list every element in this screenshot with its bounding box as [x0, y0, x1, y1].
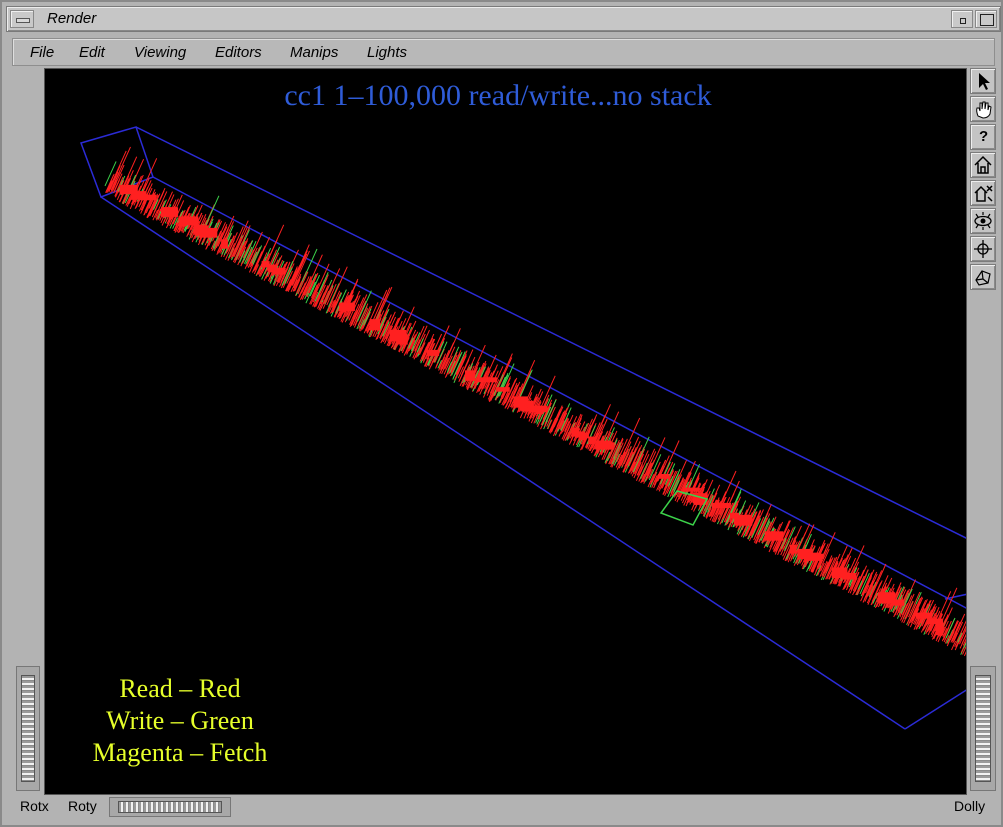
read-cluster	[178, 216, 199, 226]
roty-thumbwheel[interactable]	[109, 797, 231, 817]
view-all-button[interactable]	[970, 208, 996, 234]
menu-bar: File Edit Viewing Editors Manips Lights	[12, 38, 995, 66]
rotx-wheel-grip	[21, 675, 35, 782]
read-cluster	[369, 319, 380, 331]
read-cluster	[657, 474, 670, 479]
maximize-button[interactable]	[975, 10, 997, 28]
read-cluster	[935, 623, 944, 636]
minimize-button[interactable]	[951, 10, 973, 28]
menu-manips[interactable]: Manips	[290, 44, 338, 61]
legend: Read – Red Write – Green Magenta – Fetch	[75, 673, 285, 769]
read-cluster	[221, 239, 228, 249]
rotx-label: Rotx	[20, 798, 49, 814]
home-icon	[974, 155, 992, 174]
read-cluster	[338, 302, 355, 311]
read-cluster	[588, 436, 596, 445]
help-button[interactable]: ?	[970, 124, 996, 150]
read-cluster	[711, 502, 731, 508]
read-cluster	[161, 207, 179, 217]
dolly-wheel-grip	[975, 675, 991, 782]
read-cluster	[580, 432, 589, 439]
trace-lines	[104, 146, 966, 657]
read-cluster	[842, 572, 857, 580]
dolly-label: Dolly	[954, 798, 986, 814]
hand-icon	[976, 101, 992, 119]
projection-button[interactable]	[970, 264, 996, 290]
roty-wheel-grip	[118, 801, 222, 813]
read-cluster	[804, 552, 821, 561]
read-cluster	[268, 265, 277, 272]
read-cluster	[595, 440, 612, 450]
read-cluster	[571, 427, 580, 437]
box-mid-edge	[152, 176, 966, 609]
read-cluster	[193, 224, 204, 234]
read-cluster	[878, 592, 896, 604]
read-cluster	[683, 487, 700, 492]
bounding-box	[80, 126, 966, 730]
render-window: Render File Edit Viewing Editors Manips …	[0, 0, 1003, 827]
box-bottom-edge	[100, 196, 906, 730]
read-cluster	[764, 531, 784, 541]
set-home-button[interactable]	[970, 180, 996, 206]
rotx-thumbwheel[interactable]	[16, 666, 40, 791]
seek-icon	[974, 240, 992, 258]
projection-icon	[975, 270, 991, 286]
dolly-thumbwheel[interactable]	[970, 666, 996, 791]
legend-write: Write – Green	[106, 706, 254, 735]
legend-fetch: Magenta – Fetch	[92, 738, 268, 767]
read-cluster	[477, 377, 497, 383]
read-cluster	[426, 349, 440, 356]
read-cluster	[465, 370, 476, 381]
view-all-icon	[974, 212, 992, 230]
menu-viewing[interactable]: Viewing	[134, 44, 186, 61]
read-cluster	[692, 492, 700, 504]
menu-file[interactable]: File	[30, 44, 54, 61]
set-home-icon	[974, 185, 993, 202]
render-viewport[interactable]: cc1 1–100,000 read/write...no stack Read…	[44, 68, 967, 795]
help-icon: ?	[979, 128, 989, 145]
read-cluster	[530, 405, 548, 413]
seek-button[interactable]	[970, 236, 996, 262]
bottom-controls: Rotx Roty Dolly	[2, 797, 1003, 827]
read-trace	[552, 411, 561, 428]
view-tool-button[interactable]	[970, 96, 996, 122]
read-cluster	[137, 194, 156, 201]
read-cluster	[496, 387, 510, 392]
box-top-edge	[135, 126, 966, 539]
viewer-toolbar: ?	[970, 68, 996, 293]
read-trace	[616, 451, 626, 470]
title-bar[interactable]: Render	[6, 6, 1001, 32]
scene-title: cc1 1–100,000 read/write...no stack	[284, 79, 712, 112]
read-cluster	[396, 333, 408, 345]
menu-editors[interactable]: Editors	[215, 44, 262, 61]
roty-label: Roty	[68, 798, 97, 814]
read-cluster	[730, 512, 740, 519]
read-cluster	[513, 396, 529, 408]
window-menu-button[interactable]	[10, 10, 34, 28]
read-trace	[323, 268, 341, 303]
window-title: Render	[47, 10, 97, 27]
read-cluster	[789, 544, 797, 554]
read-cluster	[915, 612, 933, 619]
menu-edit[interactable]: Edit	[79, 44, 105, 61]
arrow-pointer-icon	[979, 73, 990, 90]
legend-read: Read – Red	[119, 674, 241, 703]
select-tool-button[interactable]	[970, 68, 996, 94]
menu-lights[interactable]: Lights	[367, 44, 407, 61]
home-button[interactable]	[970, 152, 996, 178]
